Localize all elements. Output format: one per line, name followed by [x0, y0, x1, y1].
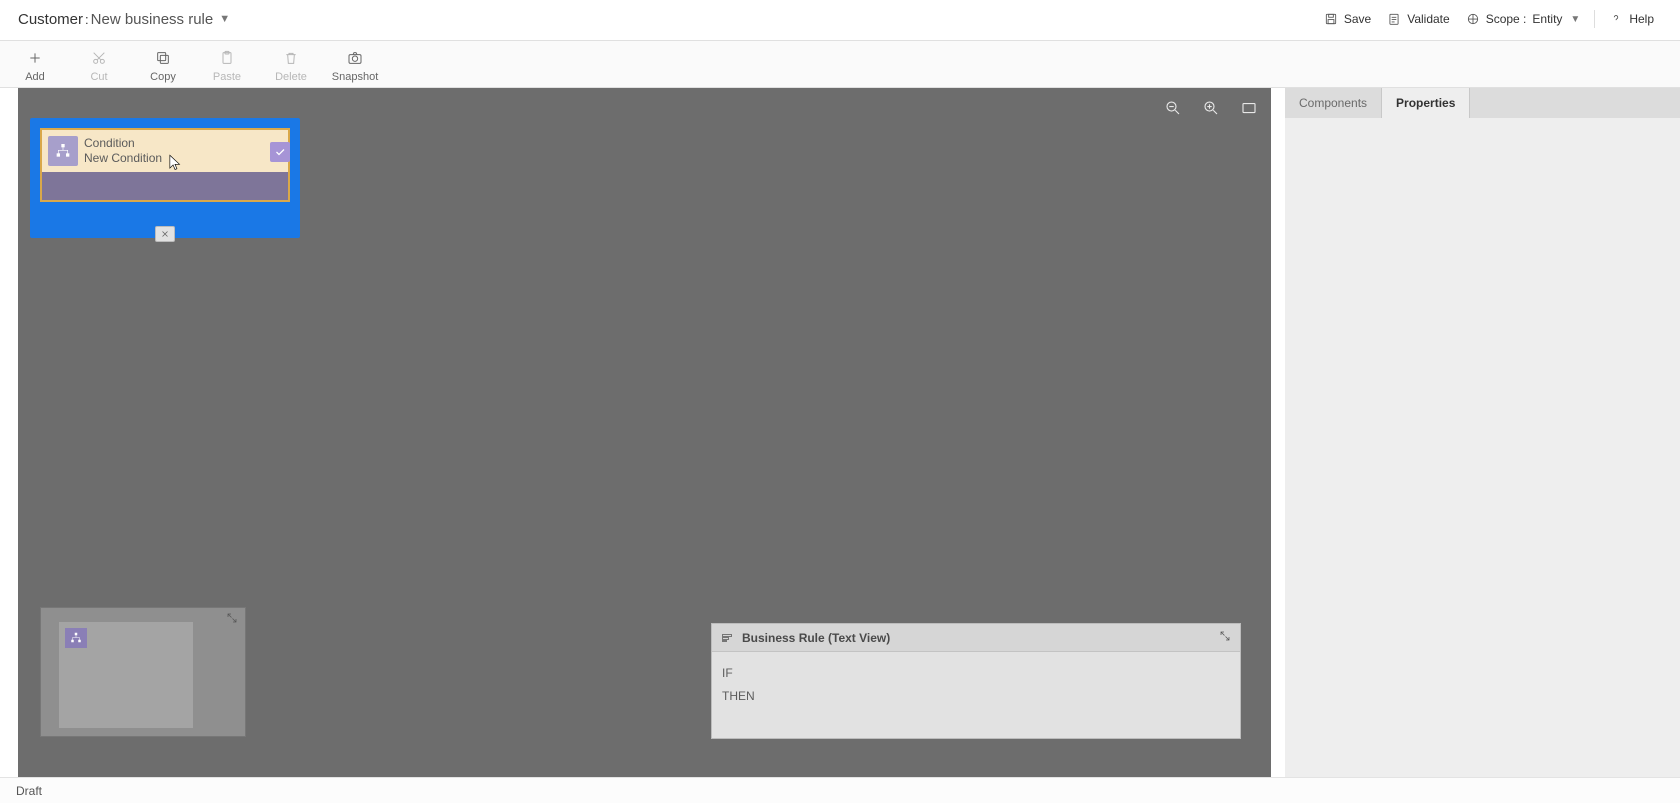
text-view-if: IF: [722, 662, 1230, 685]
minimap-expand-button[interactable]: [225, 612, 241, 626]
save-button[interactable]: Save: [1316, 8, 1379, 30]
canvas-toolbar: [1163, 98, 1259, 118]
zoom-in-button[interactable]: [1201, 98, 1221, 118]
save-icon: [1324, 12, 1338, 26]
main-area: Condition New Condition: [0, 88, 1680, 777]
text-view-then: THEN: [722, 685, 1230, 708]
title-bar: Customer : New business rule ▼ Save Vali…: [0, 0, 1680, 41]
snapshot-button[interactable]: Snapshot: [332, 45, 378, 85]
add-button[interactable]: Add: [12, 45, 58, 85]
scope-dropdown[interactable]: Scope : Entity ▼: [1458, 8, 1589, 30]
node-collapse-button[interactable]: [155, 226, 175, 242]
toolbar: Add Cut Copy Paste Delete Snapshot: [0, 41, 1680, 88]
delete-button[interactable]: Delete: [268, 45, 314, 85]
chevron-down-icon[interactable]: ▼: [219, 13, 230, 25]
rule-name: New business rule: [91, 11, 214, 28]
scope-icon: [1466, 12, 1480, 26]
node-name-label: New Condition: [84, 151, 162, 166]
properties-content: [1285, 118, 1680, 777]
validate-icon: [1387, 12, 1401, 26]
camera-icon: [346, 49, 364, 67]
condition-node[interactable]: Condition New Condition: [30, 118, 300, 238]
side-panel: Components Properties: [1285, 88, 1680, 777]
help-button[interactable]: Help: [1601, 8, 1662, 30]
minimap[interactable]: [40, 607, 246, 737]
node-body[interactable]: [40, 172, 290, 202]
validate-button[interactable]: Validate: [1379, 8, 1457, 30]
help-icon: [1609, 12, 1623, 26]
condition-icon: [48, 136, 78, 166]
copy-icon: [154, 49, 172, 67]
paste-button[interactable]: Paste: [204, 45, 250, 85]
text-view-header[interactable]: Business Rule (Text View): [712, 624, 1240, 652]
tab-components[interactable]: Components: [1285, 88, 1382, 118]
copy-button[interactable]: Copy: [140, 45, 186, 85]
cut-button[interactable]: Cut: [76, 45, 122, 85]
tab-properties[interactable]: Properties: [1382, 88, 1470, 118]
node-header[interactable]: Condition New Condition: [40, 128, 290, 172]
plus-icon: [26, 49, 44, 67]
text-view-title: Business Rule (Text View): [742, 631, 890, 645]
node-valid-indicator: [270, 142, 290, 162]
status-label: Draft: [16, 784, 42, 798]
paste-icon: [218, 49, 236, 67]
status-bar: Draft: [0, 777, 1680, 803]
side-tabs: Components Properties: [1285, 88, 1680, 118]
minimap-viewport[interactable]: [59, 622, 193, 728]
designer-canvas[interactable]: Condition New Condition: [18, 88, 1271, 777]
cut-icon: [90, 49, 108, 67]
chevron-down-icon: ▼: [1570, 14, 1580, 25]
node-type-label: Condition: [84, 136, 162, 151]
entity-name: Customer: [18, 11, 83, 28]
fit-screen-button[interactable]: [1239, 98, 1259, 118]
text-view-expand-button[interactable]: [1218, 630, 1232, 645]
text-view-icon: [720, 632, 734, 644]
delete-icon: [282, 49, 300, 67]
text-view-body: IF THEN: [712, 652, 1240, 738]
minimap-node-icon: [65, 628, 87, 648]
text-view-panel: Business Rule (Text View) IF THEN: [711, 623, 1241, 739]
zoom-out-button[interactable]: [1163, 98, 1183, 118]
